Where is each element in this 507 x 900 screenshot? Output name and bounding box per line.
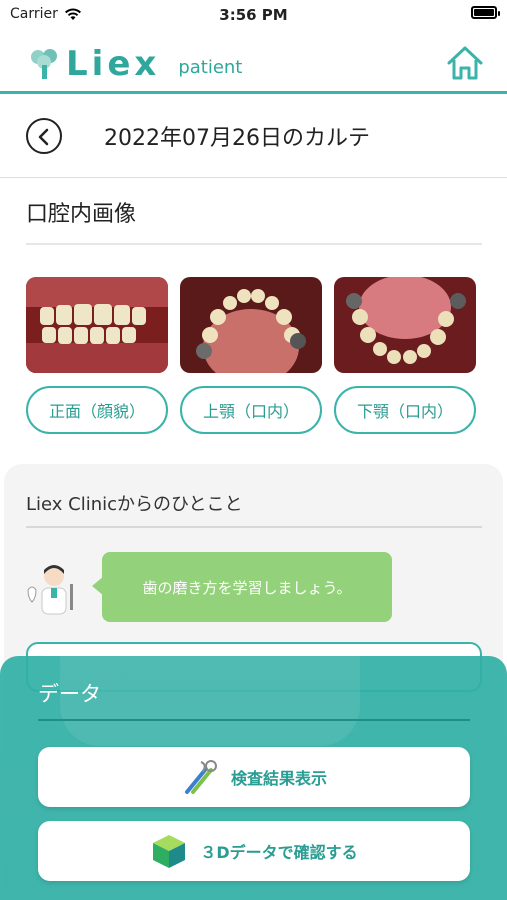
back-button[interactable] xyxy=(26,118,62,154)
view-3d-data-button[interactable]: ３Dデータで確認する xyxy=(38,821,470,881)
status-bar: Carrier 3:56 PM xyxy=(0,0,507,30)
data-sheet: データ 検査結果表示 ３Dデータで確認する xyxy=(0,656,507,900)
upper-jaw-image[interactable] xyxy=(180,277,322,373)
front-teeth-image[interactable] xyxy=(26,277,168,373)
upper-jaw-button[interactable]: 上顎（口内） xyxy=(180,386,322,434)
intraoral-title: 口腔内画像 xyxy=(26,202,137,227)
lower-jaw-button[interactable]: 下顎（口内） xyxy=(334,386,476,434)
clinic-message-bubble: 歯の磨き方を学習しましょう。 xyxy=(92,552,392,622)
logo-text: Liex xyxy=(66,44,161,84)
dentist-avatar-icon xyxy=(27,565,73,615)
lower-jaw-image[interactable] xyxy=(334,277,476,373)
sheet-highlight xyxy=(60,656,360,746)
view-3d-data-label: ３Dデータで確認する xyxy=(200,843,358,862)
chevron-left-icon xyxy=(38,128,49,146)
data-sheet-title: データ xyxy=(38,682,101,706)
view-test-results-label: 検査結果表示 xyxy=(230,769,327,788)
view-test-results-button[interactable]: 検査結果表示 xyxy=(38,747,470,807)
dental-tools-icon xyxy=(184,760,217,794)
tooth-tree-logo-icon xyxy=(31,49,57,79)
card-divider xyxy=(26,526,482,528)
clinic-title: Liex Clinicからのひとこと xyxy=(26,494,243,515)
title-row: 2022年07月26日のカルテ xyxy=(0,96,507,178)
app-header: Liex patient xyxy=(0,34,507,94)
app-logo: Liex patient xyxy=(28,44,242,84)
front-face-button[interactable]: 正面（顔貌） xyxy=(26,386,168,434)
page-title: 2022年07月26日のカルテ xyxy=(104,126,370,151)
cube-3d-icon xyxy=(153,835,186,868)
clock: 3:56 PM xyxy=(219,6,288,24)
data-sheet-divider xyxy=(38,719,470,721)
section-divider xyxy=(26,243,482,245)
logo-subtitle: patient xyxy=(178,56,243,78)
battery-icon xyxy=(471,6,500,19)
home-icon[interactable] xyxy=(445,44,485,82)
